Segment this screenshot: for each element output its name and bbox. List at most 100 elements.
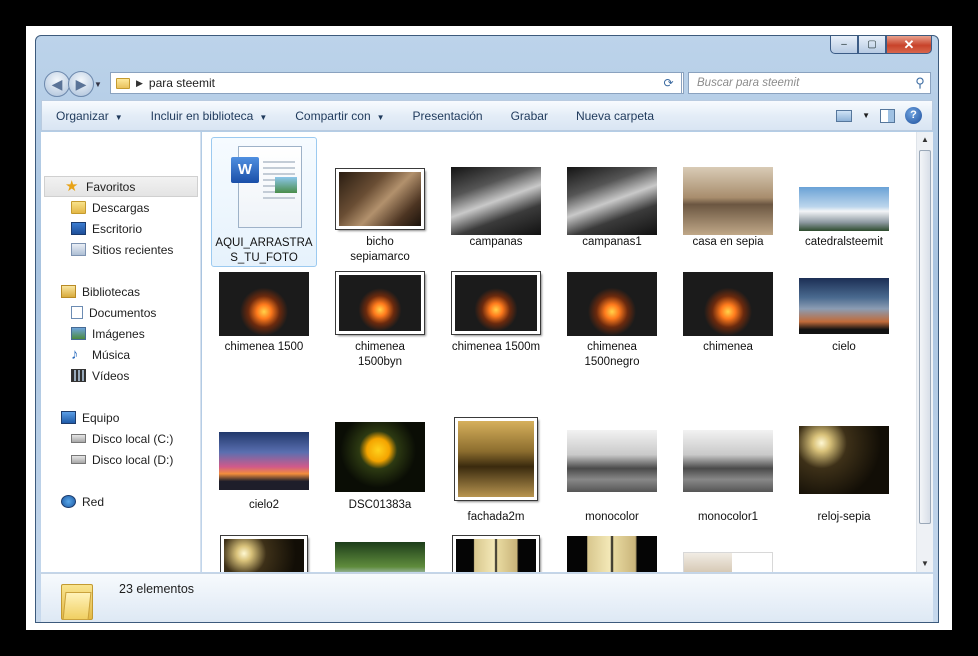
file-item[interactable]: campanas bbox=[443, 137, 549, 267]
desktop-icon bbox=[71, 222, 86, 235]
sidebar-item-imagenes[interactable]: Imágenes bbox=[41, 323, 201, 344]
file-name: chimenea 1500negro bbox=[559, 340, 665, 370]
image-thumbnail bbox=[567, 167, 657, 235]
file-item[interactable]: fachada2m bbox=[443, 417, 549, 550]
vertical-scrollbar[interactable]: ▲ ▼ bbox=[916, 132, 933, 572]
address-bar[interactable]: ▶ para steemit ▼ bbox=[110, 72, 684, 94]
sidebar-item-escritorio[interactable]: Escritorio bbox=[41, 218, 201, 239]
image-thumbnail bbox=[454, 417, 538, 501]
sidebar-item-videos[interactable]: Vídeos bbox=[41, 365, 201, 386]
breadcrumb-current-folder[interactable]: para steemit bbox=[149, 76, 215, 90]
file-item[interactable]: casa en sepia bbox=[675, 137, 781, 267]
organize-menu-button[interactable]: Organizar ▼ bbox=[42, 109, 137, 123]
file-item[interactable]: bicho sepiamarco bbox=[327, 137, 433, 267]
recent-pages-dropdown[interactable]: ▼ bbox=[94, 80, 102, 89]
file-item[interactable] bbox=[443, 532, 549, 572]
view-options-dropdown-icon[interactable]: ▼ bbox=[862, 111, 870, 120]
scroll-up-icon[interactable]: ▲ bbox=[917, 132, 933, 148]
file-item[interactable]: DSC01383a bbox=[327, 420, 433, 550]
new-folder-button[interactable]: Nueva carpeta bbox=[562, 109, 668, 123]
pictures-icon bbox=[71, 327, 86, 340]
file-item[interactable]: catedralsteemit bbox=[791, 137, 897, 267]
refresh-button[interactable]: ⟳ bbox=[656, 72, 682, 94]
image-thumbnail bbox=[219, 432, 309, 490]
downloads-folder-icon bbox=[71, 201, 86, 214]
scroll-down-icon[interactable]: ▼ bbox=[917, 556, 933, 572]
preview-pane-icon[interactable] bbox=[880, 108, 895, 123]
sidebar-item-label: Música bbox=[92, 347, 131, 362]
file-item[interactable]: chimenea 1500m bbox=[443, 271, 549, 402]
scrollbar-thumb[interactable] bbox=[919, 150, 931, 524]
sidebar-item-descargas[interactable]: Descargas bbox=[41, 197, 201, 218]
star-icon: ★ bbox=[65, 178, 79, 195]
sidebar-item-musica[interactable]: ♪ Música bbox=[41, 344, 201, 365]
file-item[interactable]: chimenea 1500 bbox=[211, 272, 317, 402]
file-item[interactable]: reloj-sepia bbox=[791, 420, 897, 550]
file-item[interactable]: W AQUI_ARRASTRA S_TU_FOTO bbox=[211, 137, 317, 267]
image-thumbnail bbox=[567, 430, 657, 492]
forward-button[interactable]: ▶ bbox=[68, 71, 94, 97]
search-box[interactable]: Buscar para steemit ⚲ bbox=[688, 72, 931, 94]
include-in-library-button[interactable]: Incluir en biblioteca ▼ bbox=[137, 109, 282, 123]
file-item[interactable]: cielo2 bbox=[211, 420, 317, 550]
share-with-button[interactable]: Compartir con ▼ bbox=[281, 109, 398, 123]
sidebar-item-label: Red bbox=[82, 494, 105, 509]
sidebar-item-disco-d[interactable]: Disco local (D:) bbox=[41, 449, 201, 470]
file-item[interactable]: cielo bbox=[791, 272, 897, 402]
minimize-button[interactable]: – bbox=[830, 36, 858, 54]
chevron-down-icon: ▼ bbox=[114, 112, 123, 122]
command-bar: Organizar ▼ Incluir en biblioteca ▼ Compar… bbox=[41, 100, 933, 131]
close-button[interactable]: ✕ bbox=[886, 36, 932, 54]
maximize-button[interactable]: ▢ bbox=[858, 36, 886, 54]
sidebar-item-label: Equipo bbox=[82, 410, 120, 425]
toolbar-right-group: ▼ ? bbox=[836, 107, 932, 124]
image-thumbnail bbox=[451, 271, 541, 335]
sidebar-item-red[interactable]: Red bbox=[41, 491, 201, 512]
word-document-icon: W bbox=[231, 146, 302, 228]
file-name-line: chimenea bbox=[355, 341, 405, 353]
burn-button[interactable]: Grabar bbox=[497, 109, 562, 123]
file-item[interactable]: chimenea 1500byn bbox=[327, 271, 433, 402]
sidebar-item-label: Imágenes bbox=[92, 326, 145, 341]
image-thumbnail bbox=[799, 278, 889, 334]
file-name-line: AQUI_ARRASTRA bbox=[215, 237, 313, 249]
breadcrumb-separator-icon[interactable]: ▶ bbox=[136, 78, 143, 89]
help-icon[interactable]: ? bbox=[905, 107, 922, 124]
image-thumbnail bbox=[335, 271, 425, 335]
file-name: chimenea 1500 bbox=[224, 341, 304, 353]
search-icon[interactable]: ⚲ bbox=[910, 75, 930, 91]
sidebar-item-sitios-recientes[interactable]: Sitios recientes bbox=[41, 239, 201, 260]
sidebar-item-label: Bibliotecas bbox=[82, 284, 141, 299]
sidebar-item-documentos[interactable]: Documentos bbox=[41, 302, 201, 323]
sidebar-item-equipo[interactable]: Equipo bbox=[41, 407, 201, 428]
search-input[interactable]: Buscar para steemit bbox=[689, 77, 910, 89]
file-name: casa en sepia bbox=[692, 236, 764, 248]
videos-icon bbox=[71, 369, 86, 382]
image-thumbnail bbox=[335, 422, 425, 492]
image-thumbnail bbox=[567, 536, 657, 572]
file-item[interactable] bbox=[559, 532, 665, 572]
back-button[interactable]: ◀ bbox=[44, 71, 70, 97]
sidebar-item-favoritos[interactable]: ★ Favoritos bbox=[44, 176, 198, 197]
image-thumbnail bbox=[683, 430, 773, 492]
file-item[interactable]: campanas1 bbox=[559, 137, 665, 267]
window-controls: – ▢ ✕ bbox=[830, 36, 932, 54]
file-item[interactable]: monocolor bbox=[559, 420, 665, 550]
explorer-window: – ▢ ✕ ◀ ▶ ▼ ▶ para steemit ▼ ⟳ Buscar pa… bbox=[35, 35, 939, 623]
sidebar-item-label: Disco local (C:) bbox=[92, 431, 174, 446]
file-item[interactable] bbox=[327, 532, 433, 572]
image-thumbnail bbox=[451, 167, 541, 235]
local-disk-c-icon bbox=[71, 434, 86, 443]
refresh-icon: ⟳ bbox=[663, 76, 674, 90]
sidebar-item-disco-c[interactable]: Disco local (C:) bbox=[41, 428, 201, 449]
file-item[interactable]: chimenea bbox=[675, 272, 781, 402]
file-item[interactable]: monocolor1 bbox=[675, 420, 781, 550]
title-bar[interactable]: – ▢ ✕ bbox=[36, 36, 938, 68]
change-view-icon[interactable] bbox=[836, 109, 853, 122]
slideshow-button[interactable]: Presentación bbox=[399, 109, 497, 123]
file-item[interactable] bbox=[675, 532, 781, 572]
file-item[interactable]: chimenea 1500negro bbox=[559, 272, 665, 402]
sidebar-item-bibliotecas[interactable]: Bibliotecas bbox=[41, 281, 201, 302]
file-item[interactable] bbox=[211, 532, 317, 572]
file-name: AQUI_ARRASTRA S_TU_FOTO bbox=[212, 236, 316, 266]
